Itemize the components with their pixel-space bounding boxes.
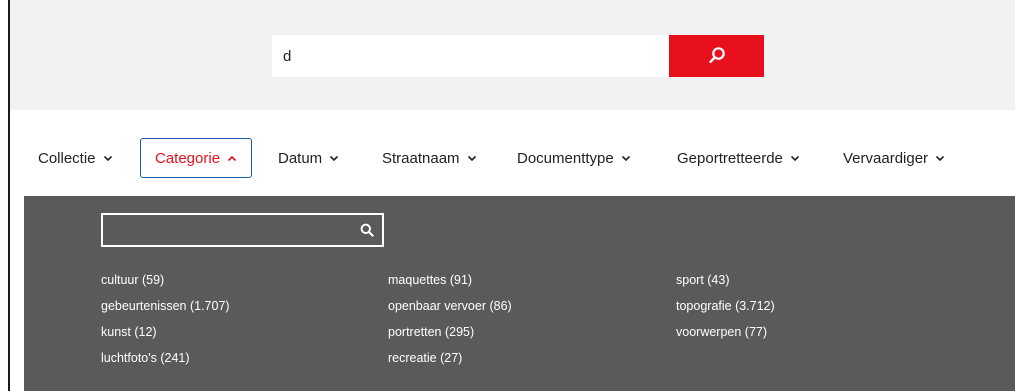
filter-documenttype[interactable]: Documenttype (517, 138, 631, 178)
category-option[interactable]: cultuur (59) (101, 272, 230, 288)
category-option[interactable]: recreatie (27) (388, 350, 512, 366)
filter-collectie[interactable]: Collectie (38, 138, 113, 178)
page: Collectie Categorie Datum Straatnaam Doc… (0, 0, 1015, 391)
chevron-down-icon (621, 155, 631, 162)
category-option[interactable]: gebeurtenissen (1.707) (101, 298, 230, 314)
chevron-down-icon (790, 155, 800, 162)
category-option[interactable]: maquettes (91) (388, 272, 512, 288)
filter-label: Geportretteerde (677, 149, 783, 167)
chevron-down-icon (467, 155, 477, 162)
category-option[interactable]: openbaar vervoer (86) (388, 298, 512, 314)
filter-geportretteerde[interactable]: Geportretteerde (677, 138, 800, 178)
filter-label: Documenttype (517, 149, 614, 167)
filter-label: Collectie (38, 149, 96, 167)
category-option[interactable]: portretten (295) (388, 324, 512, 340)
category-column: cultuur (59) gebeurtenissen (1.707) kuns… (101, 272, 230, 376)
filter-datum[interactable]: Datum (278, 138, 339, 178)
category-option[interactable]: voorwerpen (77) (676, 324, 775, 340)
category-option[interactable]: topografie (3.712) (676, 298, 775, 314)
category-option[interactable]: sport (43) (676, 272, 775, 288)
search-input[interactable] (272, 35, 669, 77)
search-icon (708, 46, 726, 67)
chevron-up-icon (227, 155, 237, 162)
filter-vervaardiger[interactable]: Vervaardiger (843, 138, 945, 178)
category-column: sport (43) topografie (3.712) voorwerpen… (676, 272, 775, 350)
filter-label: Datum (278, 149, 323, 167)
category-search-input[interactable] (103, 215, 353, 245)
category-search-box (101, 213, 384, 247)
search-button[interactable] (669, 35, 764, 77)
category-option[interactable]: luchtfoto's (241) (101, 350, 230, 366)
filter-straatnaam[interactable]: Straatnaam (382, 138, 477, 178)
filter-label: Vervaardiger (843, 149, 929, 167)
chevron-down-icon (329, 155, 339, 162)
chevron-down-icon (935, 155, 945, 162)
filter-label: Straatnaam (382, 149, 460, 167)
category-option[interactable]: kunst (12) (101, 324, 230, 340)
search-icon[interactable] (360, 223, 374, 242)
chevron-down-icon (103, 155, 113, 162)
filter-label: Categorie (155, 149, 221, 167)
filter-categorie[interactable]: Categorie (140, 138, 253, 178)
category-column: maquettes (91) openbaar vervoer (86) por… (388, 272, 512, 376)
